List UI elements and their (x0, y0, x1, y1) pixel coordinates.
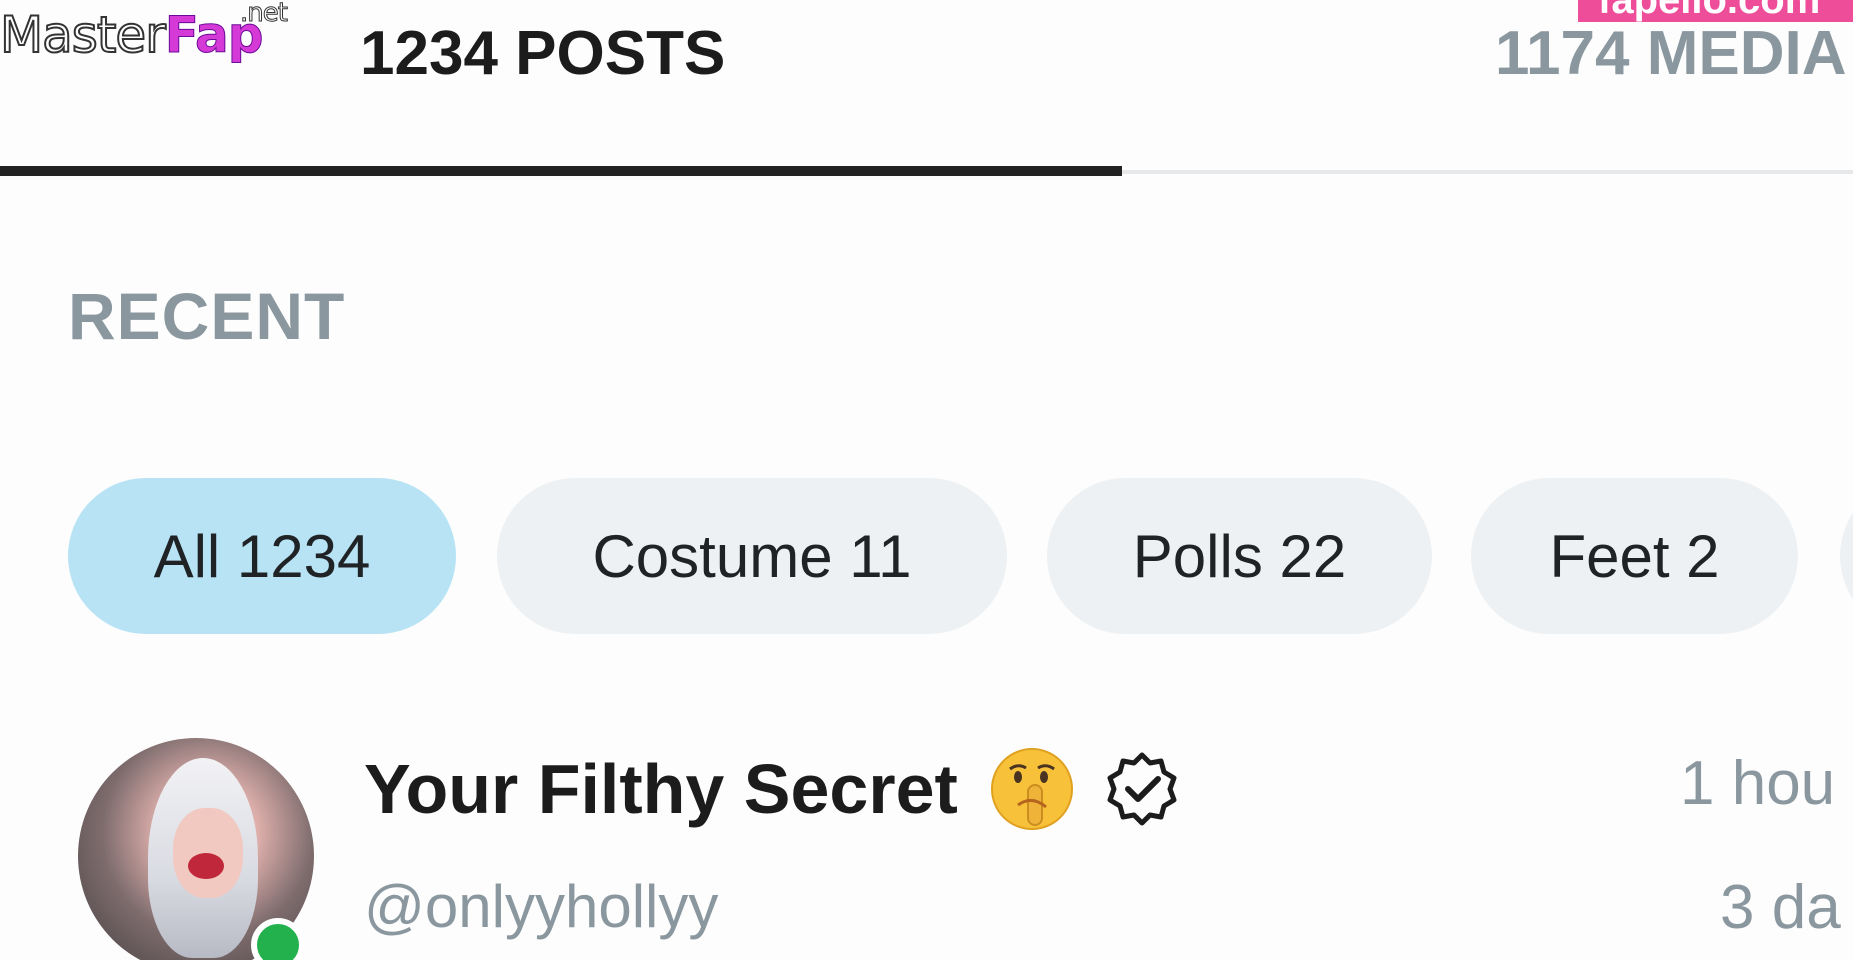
post-last-seen: 1 hou (1680, 749, 1836, 818)
filter-chip-costume[interactable]: Costume 11 (497, 478, 1007, 634)
section-title-recent: RECENT (68, 279, 346, 353)
filter-chip-label: All 1234 (153, 522, 371, 590)
tab-divider (1122, 170, 1853, 174)
post-author-name[interactable]: Your Filthy Secret (364, 745, 1180, 833)
verified-badge-icon (1104, 751, 1180, 827)
profile-posts-screen: MasterFap .net fapello.com 1234 POSTS 11… (0, 0, 1853, 960)
post-author-handle[interactable]: @onlyyhollyy (364, 872, 718, 941)
post-age: 3 da (1720, 873, 1841, 942)
filter-chip-feet[interactable]: Feet 2 (1471, 478, 1798, 634)
masterfap-watermark-logo: MasterFap .net (0, 0, 288, 61)
logo-master-text: Master (0, 6, 167, 64)
tab-posts[interactable]: 1234 POSTS (360, 18, 725, 89)
tab-media[interactable]: 1174 MEDIA (1495, 18, 1847, 89)
filter-chip-more[interactable] (1840, 478, 1853, 634)
filter-chip-all[interactable]: All 1234 (68, 478, 456, 634)
filter-chip-label: Polls 22 (1132, 522, 1347, 590)
logo-net-text: .net (240, 0, 289, 28)
tab-active-indicator (0, 166, 1122, 176)
filter-chip-label: Costume 11 (592, 522, 912, 590)
filter-chip-polls[interactable]: Polls 22 (1047, 478, 1432, 634)
filter-chip-label: Feet 2 (1549, 522, 1720, 590)
online-status-dot (251, 918, 305, 960)
shushing-face-emoji-icon (988, 745, 1076, 833)
author-name-text: Your Filthy Secret (364, 750, 958, 828)
